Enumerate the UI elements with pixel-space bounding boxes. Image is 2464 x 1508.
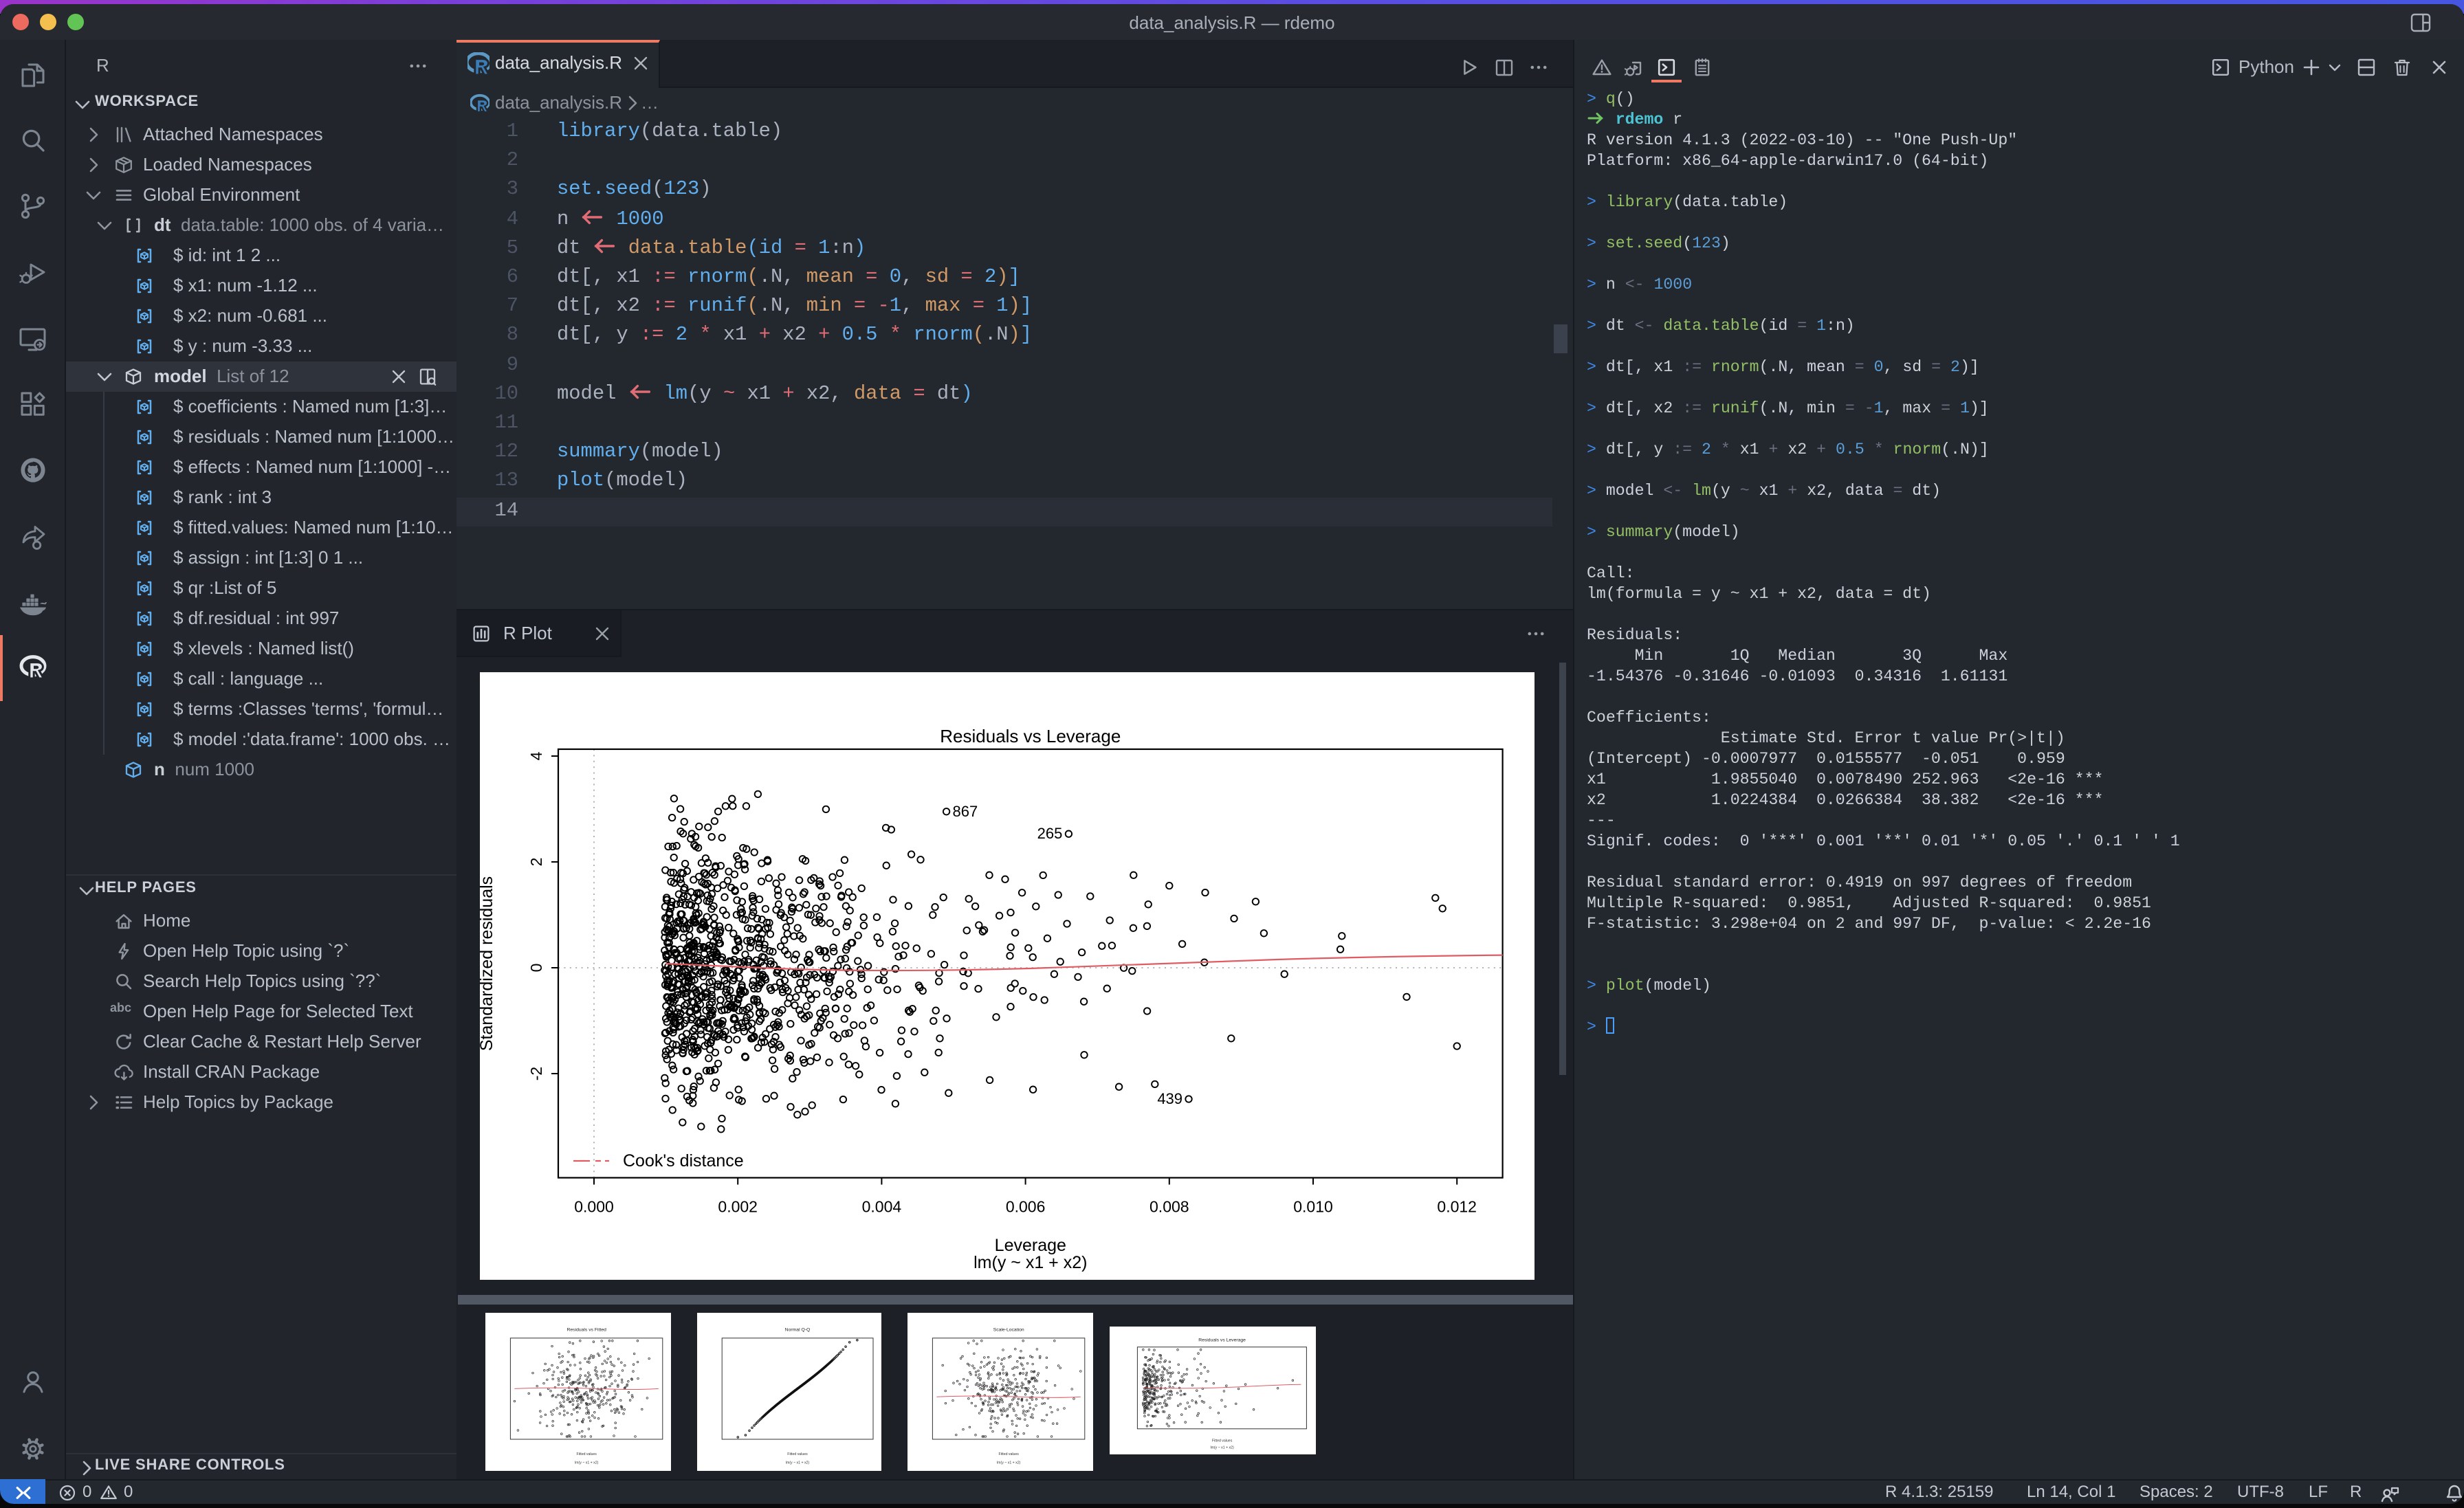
- svg-text:0.012: 0.012: [1437, 1198, 1477, 1216]
- svg-text:lm(y ~ x1 + x2): lm(y ~ x1 + x2): [974, 1253, 1087, 1272]
- svg-text:Residuals vs Leverage: Residuals vs Leverage: [940, 726, 1121, 746]
- svg-text:Fitted values: Fitted values: [998, 1452, 1019, 1456]
- svg-text:439: 439: [1157, 1090, 1182, 1107]
- svg-text:lm(y ~ x1 + x2): lm(y ~ x1 + x2): [786, 1461, 810, 1465]
- svg-text:0.006: 0.006: [1006, 1198, 1046, 1216]
- svg-text:lm(y ~ x1 + x2): lm(y ~ x1 + x2): [1209, 1446, 1233, 1450]
- svg-text:265: 265: [1037, 825, 1063, 842]
- svg-text:0.008: 0.008: [1150, 1198, 1189, 1216]
- svg-text:lm(y ~ x1 + x2): lm(y ~ x1 + x2): [575, 1461, 599, 1465]
- svg-text:4: 4: [527, 751, 545, 760]
- svg-text:0.002: 0.002: [718, 1198, 758, 1216]
- svg-text:-2: -2: [527, 1067, 545, 1080]
- svg-text:Residuals vs Fitted: Residuals vs Fitted: [566, 1327, 606, 1332]
- svg-text:Fitted values: Fitted values: [1211, 1439, 1232, 1443]
- svg-text:0: 0: [527, 964, 545, 973]
- svg-text:0.000: 0.000: [574, 1198, 614, 1216]
- svg-text:Scale-Location: Scale-Location: [993, 1327, 1024, 1332]
- svg-text:lm(y ~ x1 + x2): lm(y ~ x1 + x2): [997, 1461, 1021, 1465]
- svg-text:Cook's distance: Cook's distance: [623, 1151, 744, 1171]
- svg-text:Normal Q-Q: Normal Q-Q: [785, 1327, 811, 1332]
- svg-text:2: 2: [527, 858, 545, 867]
- svg-text:867: 867: [953, 803, 978, 820]
- svg-text:Fitted values: Fitted values: [576, 1452, 597, 1456]
- svg-text:0.010: 0.010: [1293, 1198, 1333, 1216]
- svg-text:Residuals vs Leverage: Residuals vs Leverage: [1198, 1338, 1245, 1342]
- svg-text:Standardized residuals: Standardized residuals: [480, 876, 496, 1051]
- svg-text:0.004: 0.004: [862, 1198, 902, 1216]
- svg-text:Leverage: Leverage: [995, 1236, 1066, 1255]
- svg-text:Fitted values: Fitted values: [787, 1452, 808, 1456]
